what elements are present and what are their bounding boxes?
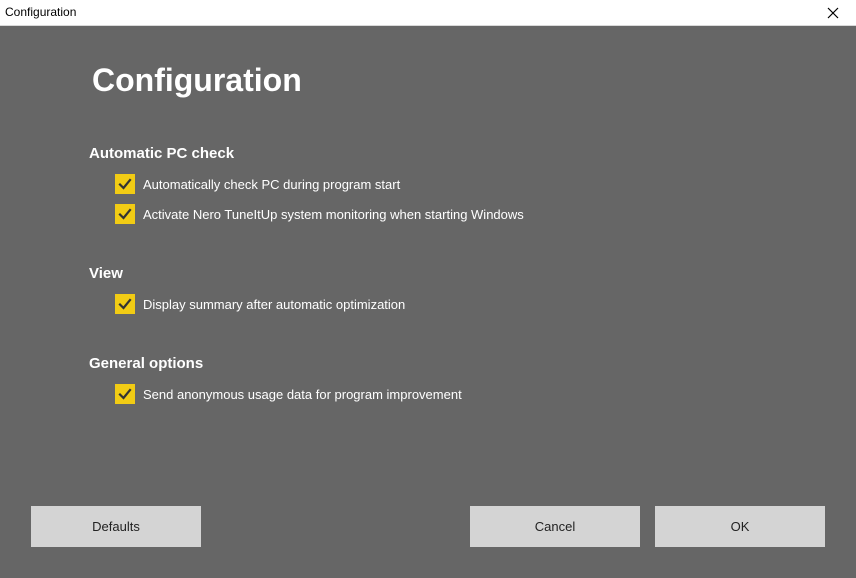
defaults-button[interactable]: Defaults — [31, 506, 201, 547]
option-display-summary[interactable]: Display summary after automatic optimiza… — [115, 294, 405, 314]
option-label: Display summary after automatic optimiza… — [143, 296, 406, 312]
checkmark-icon — [118, 298, 132, 310]
section-title-general-options: General options — [89, 355, 204, 372]
section-title-view: View — [89, 265, 123, 282]
checkmark-icon — [118, 208, 132, 220]
title-bar: Configuration — [0, 0, 856, 26]
cancel-button[interactable]: Cancel — [470, 506, 640, 547]
checkmark-icon — [118, 178, 132, 190]
checkmark-icon — [118, 388, 132, 400]
section-title-automatic-pc-check: Automatic PC check — [89, 145, 235, 162]
option-auto-check-on-start[interactable]: Automatically check PC during program st… — [115, 174, 400, 194]
option-label: Activate Nero TuneItUp system monitoring… — [143, 206, 524, 222]
option-label: Automatically check PC during program st… — [143, 176, 401, 192]
option-usage-data[interactable]: Send anonymous usage data for program im… — [115, 384, 462, 404]
checkbox-checked[interactable] — [115, 174, 135, 194]
window-title: Configuration — [5, 5, 77, 19]
option-label: Send anonymous usage data for program im… — [143, 386, 462, 402]
close-icon — [827, 7, 839, 19]
ok-button[interactable]: OK — [655, 506, 825, 547]
configuration-dialog: Configuration Configuration Automatic PC… — [0, 0, 856, 578]
checkbox-checked[interactable] — [115, 294, 135, 314]
page-title: Configuration — [92, 62, 302, 98]
checkbox-checked[interactable] — [115, 204, 135, 224]
option-system-monitoring[interactable]: Activate Nero TuneItUp system monitoring… — [115, 204, 524, 224]
close-button[interactable] — [810, 0, 856, 26]
checkbox-checked[interactable] — [115, 384, 135, 404]
